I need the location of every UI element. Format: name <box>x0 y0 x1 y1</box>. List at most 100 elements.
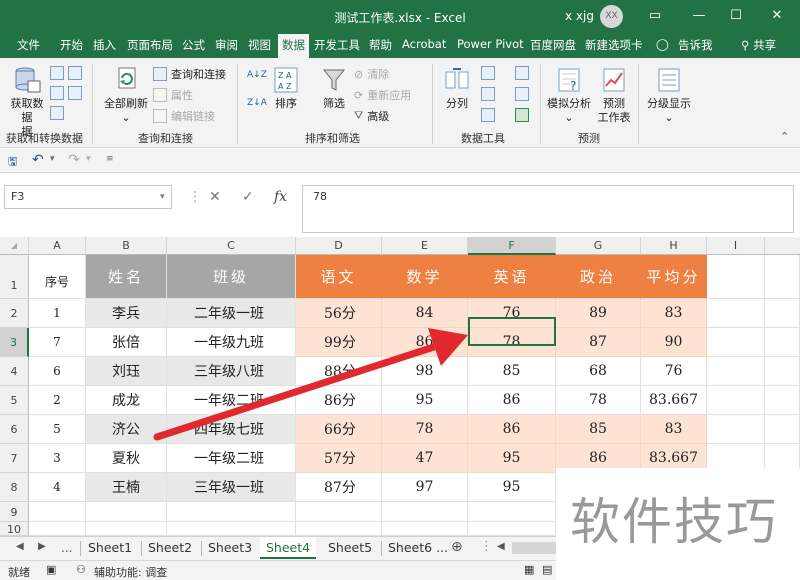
cell-name[interactable]: 济公 <box>86 415 167 444</box>
cell-seq[interactable]: 3 <box>29 444 86 473</box>
cell-seq[interactable]: 7 <box>29 328 86 357</box>
cell-name[interactable]: 李兵 <box>86 299 167 328</box>
cell-class[interactable]: 一年级二班 <box>167 386 296 415</box>
text-to-columns-button[interactable]: 分列 <box>440 66 474 111</box>
horizontal-scrollbar[interactable] <box>512 542 556 554</box>
cell-politics[interactable]: 89 <box>556 299 641 328</box>
cell-seq[interactable]: 5 <box>29 415 86 444</box>
cell-seq[interactable]: 2 <box>29 386 86 415</box>
from-text-icon[interactable] <box>50 66 64 80</box>
empty-cell[interactable] <box>707 386 765 415</box>
redo-icon[interactable]: ↷ <box>68 152 80 168</box>
cell-english[interactable]: 76 <box>468 299 556 328</box>
cell-class[interactable]: 三年级一班 <box>167 473 296 502</box>
enter-icon[interactable]: ✓ <box>242 185 254 209</box>
clear-filter-button[interactable]: ⊘ 清除 <box>354 66 389 82</box>
remove-duplicates-icon[interactable] <box>481 87 495 101</box>
cell-seq[interactable]: 1 <box>29 299 86 328</box>
header-cell-math[interactable]: 数学 <box>382 255 468 299</box>
avatar[interactable]: XX <box>600 5 623 28</box>
cell-chinese[interactable]: 87分 <box>296 473 382 502</box>
restore-button[interactable]: ☐ <box>725 6 747 26</box>
sort-descending-icon[interactable]: Z↓A <box>247 98 267 108</box>
what-if-analysis-button[interactable]: ? 模拟分析 ⌄ <box>545 66 593 125</box>
tab-home[interactable]: 开始 <box>60 37 83 53</box>
tab-formulas[interactable]: 公式 <box>182 37 205 53</box>
cell-chinese[interactable]: 66分 <box>296 415 382 444</box>
cell-class[interactable]: 四年级七班 <box>167 415 296 444</box>
cancel-icon[interactable]: ✕ <box>209 185 221 209</box>
row-header[interactable]: 5 <box>0 386 29 415</box>
header-cell-chinese[interactable]: 语文 <box>296 255 382 299</box>
empty-cell[interactable] <box>765 386 800 415</box>
cell-politics[interactable]: 87 <box>556 328 641 357</box>
name-box[interactable]: F3 <box>4 185 172 209</box>
cell-math[interactable]: 98 <box>382 357 468 386</box>
minimize-button[interactable]: — <box>688 6 710 26</box>
cell-name[interactable]: 王楠 <box>86 473 167 502</box>
cell-chinese[interactable]: 57分 <box>296 444 382 473</box>
row-header[interactable]: 2 <box>0 299 29 328</box>
cell-math[interactable]: 84 <box>382 299 468 328</box>
empty-cell[interactable] <box>86 502 167 522</box>
properties-button[interactable]: 属性 <box>153 87 193 103</box>
empty-cell[interactable] <box>296 522 382 536</box>
cell-class[interactable]: 一年级二班 <box>167 444 296 473</box>
cell-average[interactable]: 83 <box>641 415 707 444</box>
queries-connections-button[interactable]: 查询和连接 <box>153 66 226 82</box>
advanced-filter-button[interactable]: ⛛ 高级 <box>354 108 389 124</box>
ribbon-display-icon[interactable]: ▭ <box>644 6 666 26</box>
user-name[interactable]: x xjg <box>565 9 594 23</box>
recent-sources-icon[interactable] <box>68 86 82 100</box>
tab-acrobat[interactable]: Acrobat <box>402 37 446 51</box>
empty-cell[interactable] <box>86 522 167 536</box>
cell-name[interactable]: 夏秋 <box>86 444 167 473</box>
cell-name[interactable]: 张倍 <box>86 328 167 357</box>
header-cell-seq[interactable]: 序号 <box>29 255 86 299</box>
cell-chinese[interactable]: 99分 <box>296 328 382 357</box>
row-header[interactable]: 3 <box>0 328 29 357</box>
column-header[interactable]: E <box>382 237 468 255</box>
close-button[interactable]: ✕ <box>766 6 788 26</box>
cell-math[interactable]: 86 <box>382 328 468 357</box>
tab-baidu-netdisk[interactable]: 百度网盘 <box>530 37 576 53</box>
header-cell-name[interactable]: 姓名 <box>86 255 167 299</box>
cell-math[interactable]: 78 <box>382 415 468 444</box>
header-cell-class[interactable]: 班级 <box>167 255 296 299</box>
empty-cell[interactable] <box>468 522 556 536</box>
sort-button[interactable]: Z A A Z 排序 <box>270 66 302 111</box>
empty-cell[interactable] <box>765 328 800 357</box>
data-validation-icon[interactable] <box>481 108 495 122</box>
page-layout-view-icon[interactable]: ▤ <box>542 563 552 576</box>
empty-cell[interactable] <box>707 357 765 386</box>
add-sheet-icon[interactable]: ⊕ <box>451 539 463 555</box>
cell-politics[interactable]: 85 <box>556 415 641 444</box>
column-header[interactable]: G <box>556 237 641 255</box>
empty-cell[interactable] <box>707 255 765 299</box>
row-header[interactable]: 10 <box>0 522 29 536</box>
undo-icon[interactable]: ↶ <box>32 152 44 168</box>
column-header[interactable]: I <box>707 237 765 255</box>
reapply-button[interactable]: ⟳ 重新应用 <box>354 87 411 103</box>
empty-cell[interactable] <box>382 502 468 522</box>
empty-cell[interactable] <box>707 415 765 444</box>
normal-view-icon[interactable]: ▦ <box>524 563 534 576</box>
cell-math[interactable]: 95 <box>382 386 468 415</box>
row-header[interactable]: 8 <box>0 473 29 502</box>
tab-power-pivot[interactable]: Power Pivot <box>457 37 524 51</box>
header-cell-average[interactable]: 平均分 <box>641 255 707 299</box>
cell-politics[interactable]: 68 <box>556 357 641 386</box>
empty-cell[interactable] <box>29 502 86 522</box>
cell-english[interactable]: 85 <box>468 357 556 386</box>
cell-seq[interactable]: 4 <box>29 473 86 502</box>
column-header[interactable]: H <box>641 237 707 255</box>
from-web-icon[interactable] <box>68 66 82 80</box>
redo-dropdown-icon[interactable]: ▾ <box>86 154 91 164</box>
tab-review[interactable]: 审阅 <box>215 37 238 53</box>
row-header[interactable]: 1 <box>0 255 29 299</box>
macro-record-icon[interactable]: ▣ <box>46 563 56 576</box>
column-header[interactable]: C <box>167 237 296 255</box>
forecast-sheet-button[interactable]: 预测 工作表 <box>596 66 632 125</box>
cell-english[interactable]: 86 <box>468 415 556 444</box>
cell-average[interactable]: 90 <box>641 328 707 357</box>
